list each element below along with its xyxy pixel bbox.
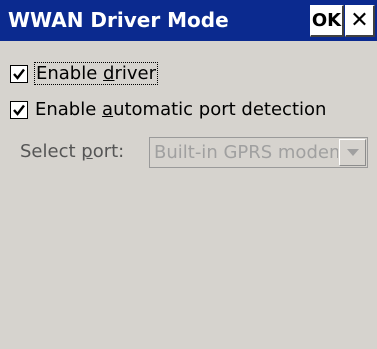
dialog-window: WWAN Driver Mode OK ✕ Enable driver Enab…	[0, 0, 377, 349]
window-title: WWAN Driver Mode	[8, 8, 229, 32]
auto-port-detection-label: Enable automatic port detection	[35, 99, 326, 120]
enable-driver-label: Enable driver	[33, 62, 159, 85]
ok-button[interactable]: OK	[310, 5, 344, 37]
check-icon	[13, 68, 25, 80]
close-icon: ✕	[350, 8, 369, 33]
enable-driver-checkbox[interactable]	[10, 64, 28, 83]
port-select-dropdown-button[interactable]	[339, 139, 366, 166]
label-text: Select	[20, 141, 82, 162]
label-text: Enable	[35, 99, 103, 120]
label-text: utomatic port detection	[113, 99, 327, 120]
enable-driver-option[interactable]: Enable driver	[10, 62, 159, 85]
label-text: Enable	[36, 63, 104, 84]
accelerator-key: d	[103, 63, 115, 84]
label-text: ort:	[92, 141, 125, 162]
accelerator-key: p	[81, 141, 93, 162]
close-button[interactable]: ✕	[345, 5, 375, 37]
accelerator-key: a	[102, 99, 114, 120]
auto-port-detection-option[interactable]: Enable automatic port detection	[10, 99, 326, 120]
port-select[interactable]: Built-in GPRS modem	[149, 137, 368, 168]
select-port-label: Select port:	[20, 141, 124, 162]
check-icon	[13, 104, 25, 116]
port-select-value: Built-in GPRS modem	[154, 142, 338, 163]
auto-port-detection-checkbox[interactable]	[10, 100, 28, 119]
chevron-down-icon	[346, 149, 359, 156]
title-bar: WWAN Driver Mode OK ✕	[0, 0, 377, 41]
label-text: river	[114, 63, 157, 84]
